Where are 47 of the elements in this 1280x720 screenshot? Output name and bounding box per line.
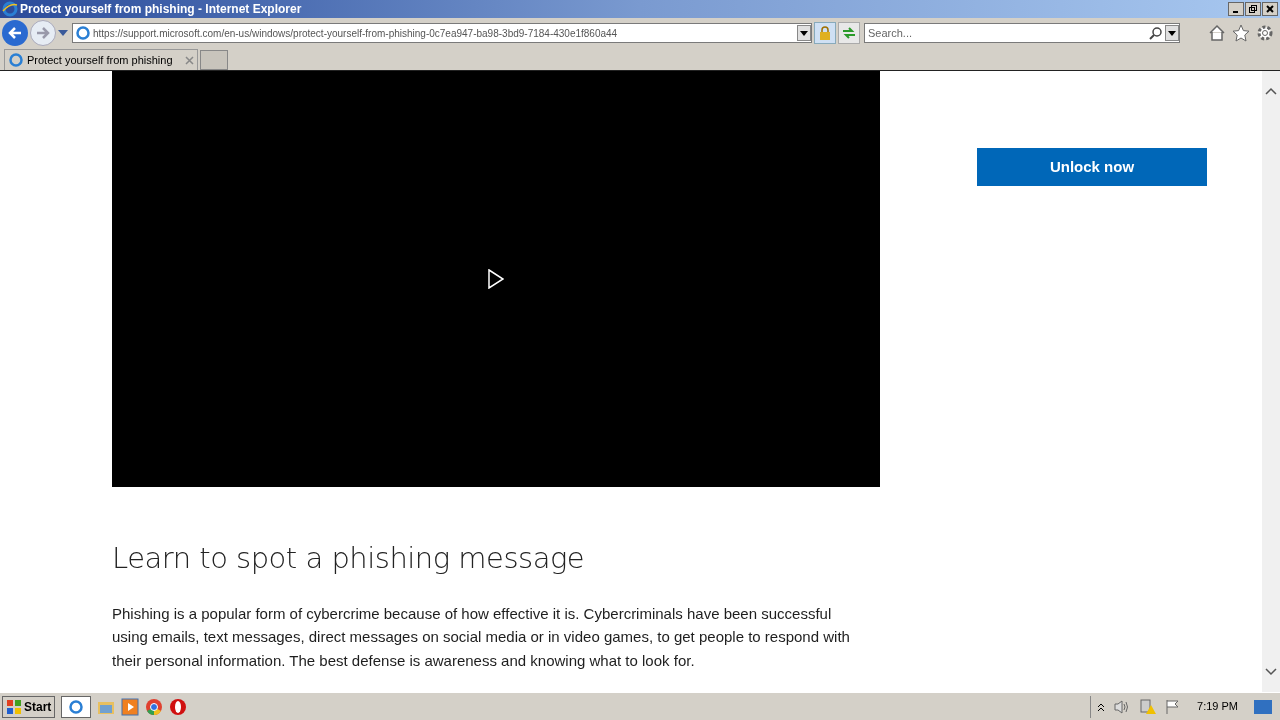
chevron-down-icon[interactable] [1265, 668, 1277, 676]
section-heading: Learn to spot a phishing message [112, 540, 586, 577]
tab-label: Protect yourself from phishing [27, 52, 173, 68]
settings-icon[interactable] [1256, 24, 1274, 42]
caret-icon [1168, 30, 1176, 36]
chevron-up-icon[interactable] [1265, 87, 1277, 95]
opera-logo-icon[interactable] [169, 697, 188, 716]
minimize-button[interactable] [1228, 2, 1244, 16]
search-field[interactable]: Search... [864, 23, 1180, 43]
caret-icon [800, 30, 808, 36]
windows-logo-icon [6, 698, 22, 715]
address-field[interactable]: https://support.microsoft.com/en-us/windows/protect-yourself-from-phishing-0c7ea947-ba98-3bd9-7184-430e1f860a44 [72, 23, 812, 43]
browser-tab[interactable]: Protect yourself from phishing [4, 49, 198, 70]
close-icon [1266, 5, 1274, 13]
media-player-icon[interactable] [121, 697, 140, 716]
arrow-left-icon [8, 27, 22, 39]
play-icon[interactable] [488, 269, 504, 289]
close-button[interactable] [1262, 2, 1278, 16]
unlock-now-button[interactable]: Unlock now [977, 148, 1207, 186]
back-button[interactable] [2, 20, 28, 46]
restore-button[interactable] [1245, 2, 1261, 16]
restore-icon [1249, 5, 1257, 13]
body-paragraph: Phishing is a popular form of cybercrime because of how effective it is. Cybercriminals have been successful using emails, text messages, direct messages on social media or in video games, to get people to respond with their personal information. The best defense is awareness and knowing what to look for. [112, 603, 851, 671]
refresh-icon [842, 27, 856, 39]
url-text: https://support.microsoft.com/en-us/windows/protect-yourself-from-phishing-0c7ea947-ba98-3bd9-7184-430e1f860a44 [93, 26, 618, 41]
page-icon [8, 52, 24, 68]
search-input[interactable]: Search... [868, 24, 1149, 42]
search-dropdown-button[interactable] [1165, 25, 1179, 41]
clock: 7:19 PM [1197, 699, 1238, 715]
search-icon [1149, 26, 1163, 40]
taskbar-browser-button[interactable] [61, 695, 92, 718]
window-title: Protect yourself from phishing - Internet Explorer [20, 1, 302, 18]
star-icon[interactable] [1232, 24, 1250, 42]
dropdown-icon[interactable] [58, 30, 68, 36]
chevron-up-icon[interactable] [1097, 701, 1106, 712]
show-desktop-icon[interactable] [1254, 699, 1272, 714]
start-button[interactable]: Start [2, 695, 56, 718]
page-icon [75, 25, 91, 41]
browser-logo-icon [68, 698, 85, 715]
chrome-logo-icon[interactable] [145, 697, 164, 716]
url-dropdown-button[interactable] [797, 25, 811, 41]
arrow-right-icon [36, 27, 50, 39]
refresh-button[interactable] [838, 22, 860, 44]
padlock-icon [819, 26, 831, 40]
home-icon[interactable] [1208, 24, 1226, 42]
browser-logo-icon [2, 1, 18, 17]
scrollbar[interactable] [1262, 71, 1280, 692]
